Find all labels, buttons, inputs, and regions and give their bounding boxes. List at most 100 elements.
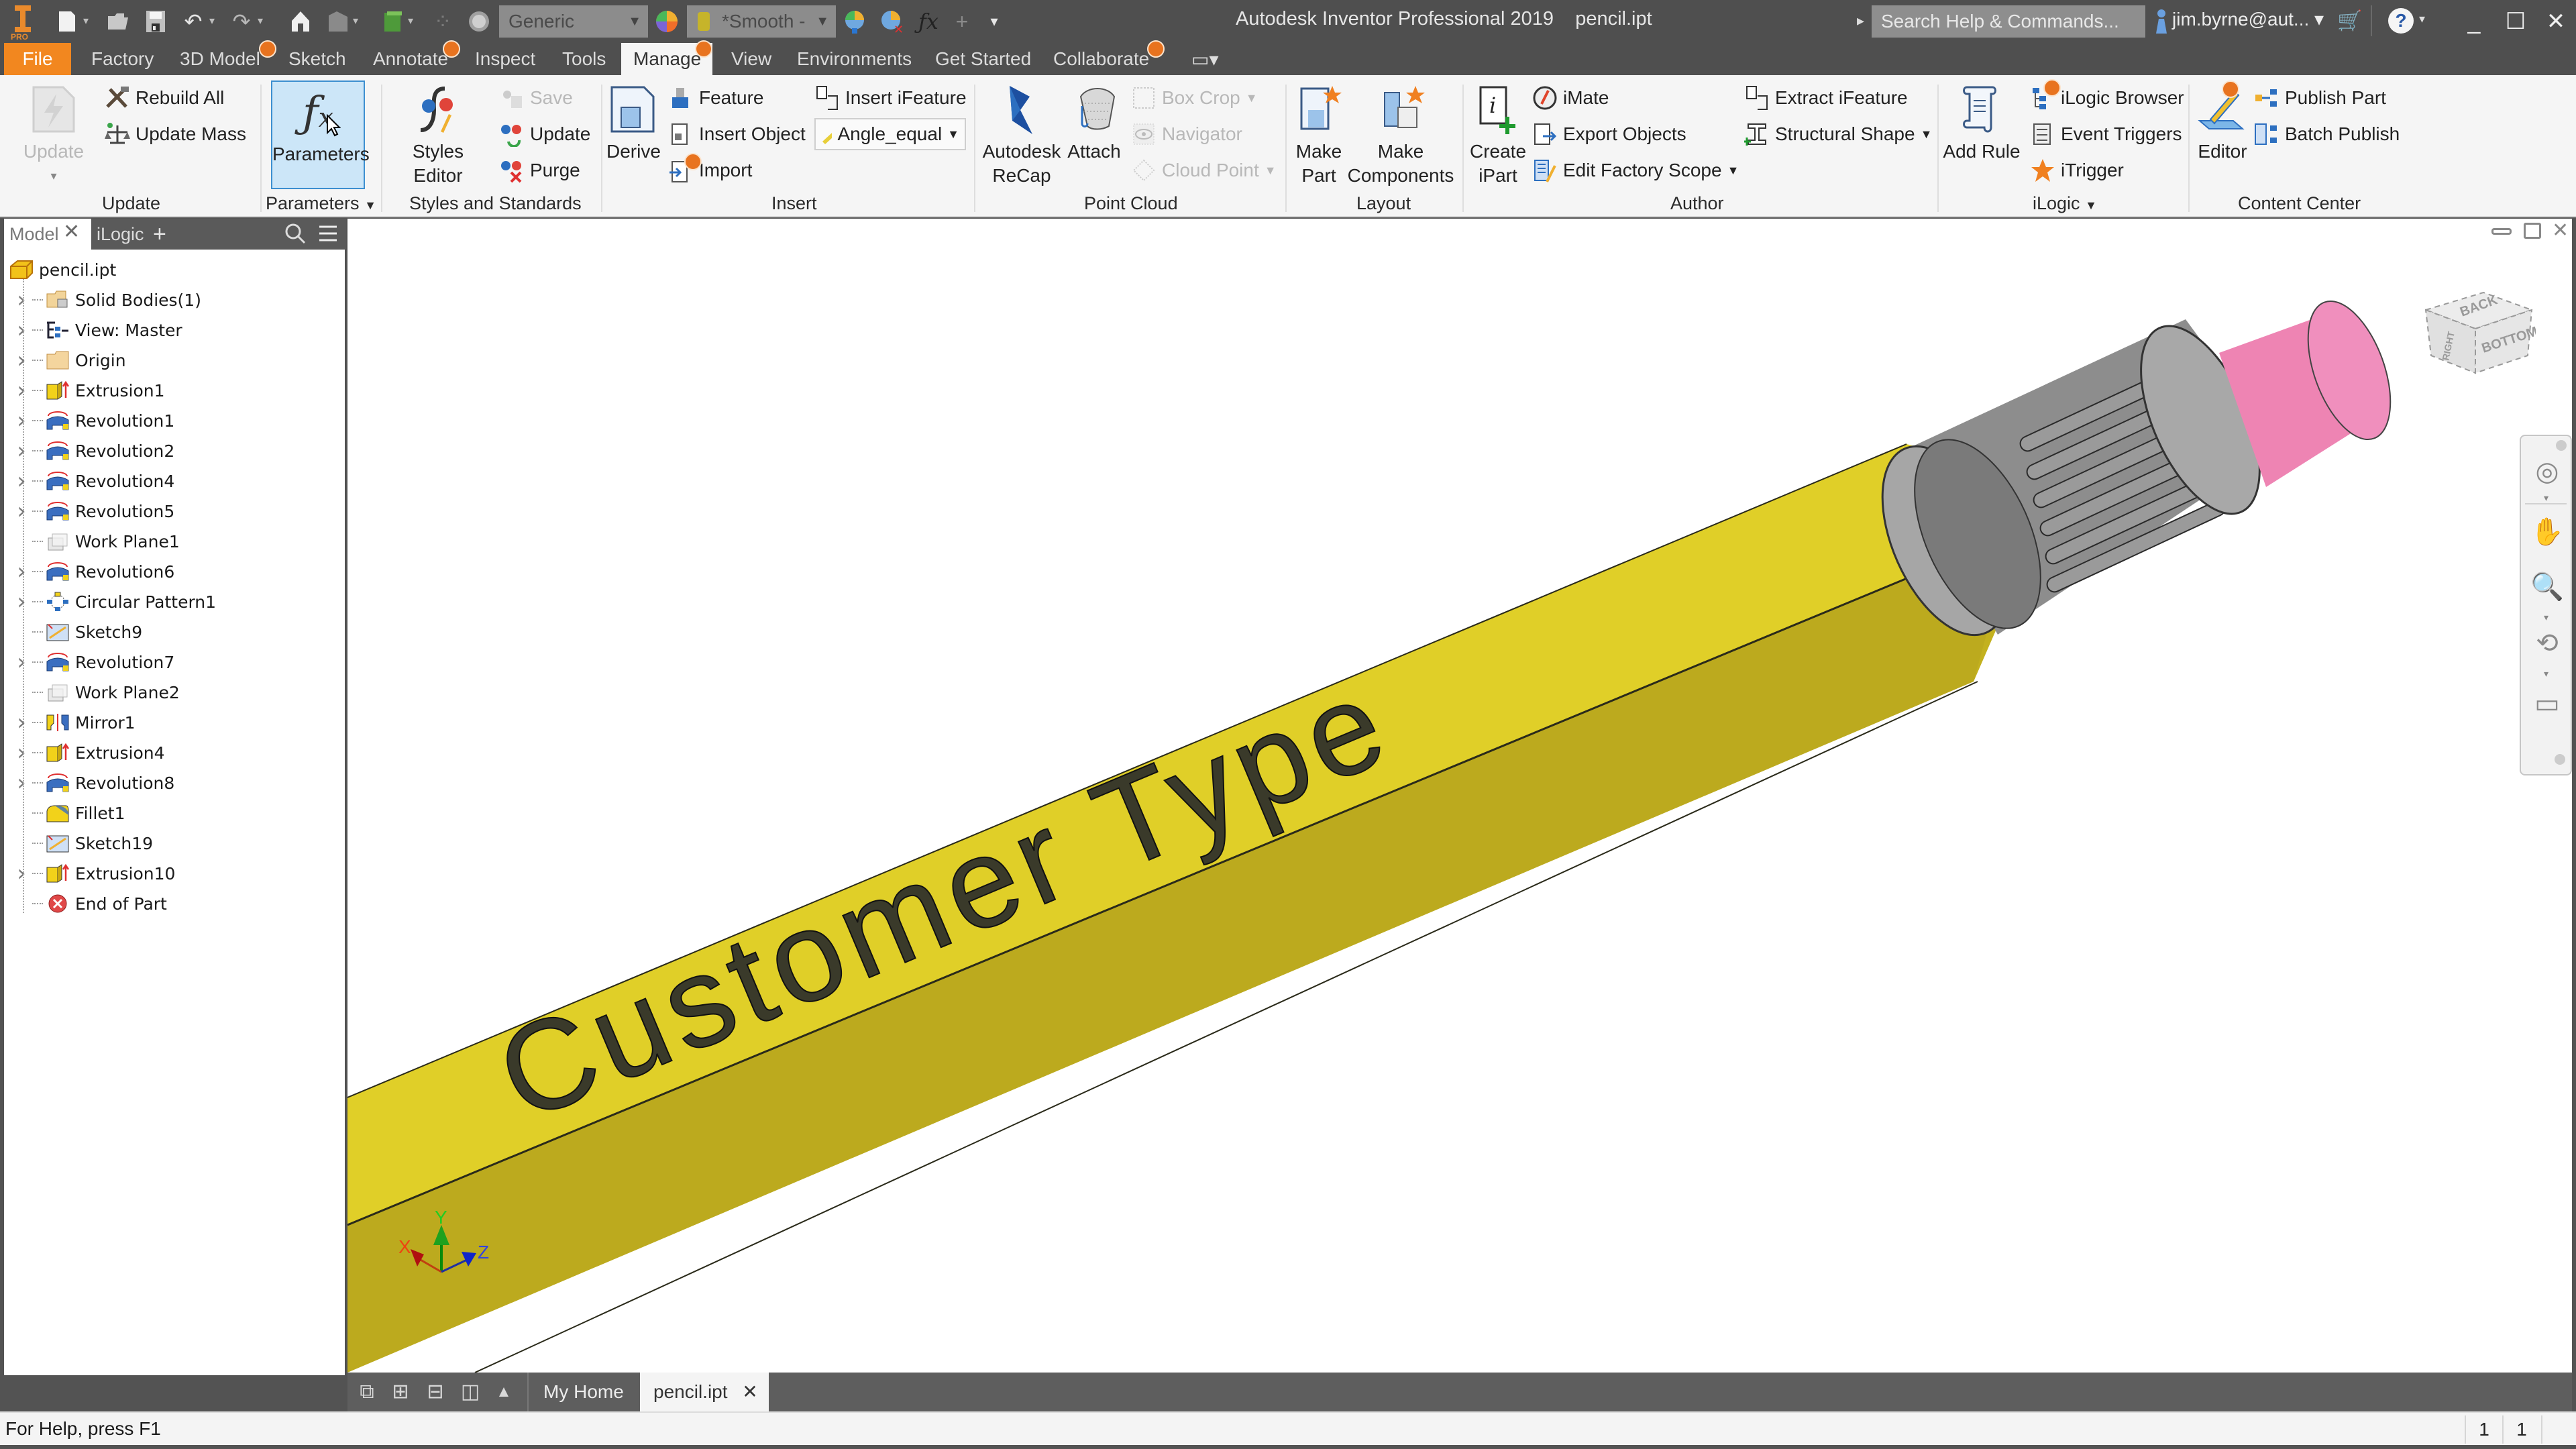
undo-icon[interactable]: ↶	[180, 8, 207, 35]
tree-item-revolution7[interactable]: › Revolution7	[4, 647, 339, 677]
update-mass-button[interactable]: Update Mass	[105, 119, 246, 149]
tree-item-extrusion4[interactable]: › Extrusion4	[4, 738, 339, 767]
graphics-viewport[interactable]: Customer Type Y X Z ✕ BACK BOTTOM RIGHT	[347, 219, 2572, 1373]
create-ipart-button[interactable]: i Create iPart	[1468, 83, 1528, 188]
redo-icon[interactable]: ↷	[228, 8, 255, 35]
expand-chevron-icon[interactable]: ›	[13, 588, 30, 615]
insert-object-button[interactable]: Insert Object	[668, 119, 806, 149]
expand-chevron-icon[interactable]: ›	[13, 377, 30, 404]
resize-grip-icon[interactable]	[2541, 1415, 2572, 1444]
close-doc-tab-icon[interactable]: ✕	[742, 1381, 757, 1402]
expand-chevron-icon[interactable]: ›	[13, 709, 30, 736]
new-icon[interactable]	[54, 8, 80, 35]
appearance-select[interactable]: *Smooth - ▼	[687, 5, 836, 38]
customize-toolbar-icon[interactable]: ▾	[981, 8, 1008, 35]
tree-item-view-master[interactable]: › View: Master	[4, 315, 339, 345]
doc-tab-my-home[interactable]: My Home	[530, 1373, 637, 1411]
expand-chevron-icon[interactable]: ›	[13, 498, 30, 525]
home-icon[interactable]	[287, 8, 314, 35]
add-browser-tab-button[interactable]: +	[153, 219, 166, 250]
local-update-icon[interactable]	[325, 8, 352, 35]
tile-horizontal-icon[interactable]: ⊟	[424, 1381, 447, 1403]
select-dropdown[interactable]: ▾	[408, 15, 417, 28]
tab-collaborate[interactable]: Collaborate	[1041, 43, 1161, 75]
material-select[interactable]: Generic ▼	[499, 5, 648, 38]
tab-get-started[interactable]: Get Started	[923, 43, 1043, 75]
redo-dropdown[interactable]: ▾	[258, 15, 267, 28]
event-triggers-button[interactable]: Event Triggers	[2030, 119, 2182, 149]
styles-editor-button[interactable]: Styles Editor	[388, 83, 488, 188]
expand-chevron-icon[interactable]: ›	[13, 468, 30, 494]
tree-item-end-of-part[interactable]: End of Part	[4, 889, 339, 918]
tree-item-sketch9[interactable]: Sketch9	[4, 617, 339, 647]
maximize-button[interactable]: ☐	[2500, 5, 2532, 38]
update-dropdown[interactable]: ▾	[353, 15, 362, 28]
tree-item-revolution4[interactable]: › Revolution4	[4, 466, 339, 496]
expand-chevron-icon[interactable]: ›	[13, 347, 30, 374]
clear-appearance-icon[interactable]: ✕	[877, 8, 904, 35]
steering-wheel-icon[interactable]: ◎	[2530, 455, 2564, 488]
insert-feature-button[interactable]: Feature	[668, 83, 764, 113]
tab-factory[interactable]: Factory	[79, 43, 166, 75]
save-icon[interactable]	[142, 8, 169, 35]
navbar-close-icon[interactable]	[2556, 440, 2567, 451]
help-dropdown[interactable]: ▾	[2419, 12, 2425, 26]
open-documents-icon[interactable]: ▲	[492, 1381, 515, 1403]
navigator-button[interactable]: Navigator	[1131, 119, 1242, 149]
export-objects-button[interactable]: Export Objects	[1532, 119, 1686, 149]
imate-button[interactable]: iMate	[1532, 83, 1609, 113]
navbar-options-icon[interactable]	[2555, 754, 2565, 765]
close-button[interactable]: ✕	[2540, 5, 2572, 38]
view-restore-button[interactable]	[2524, 223, 2541, 239]
tree-root[interactable]: pencil.ipt	[4, 255, 339, 284]
tree-item-sketch19[interactable]: Sketch19	[4, 828, 339, 858]
expand-chevron-icon[interactable]: ›	[13, 317, 30, 343]
styles-save-button[interactable]: Save	[499, 83, 573, 113]
chevron-down-icon[interactable]: ▾	[2544, 668, 2548, 680]
rebuild-all-button[interactable]: Rebuild All	[105, 83, 224, 113]
tree-item-mirror1[interactable]: › Mirror1	[4, 708, 339, 737]
edit-factory-scope-button[interactable]: Edit Factory Scope ▼	[1532, 156, 1739, 185]
group-label-parameters[interactable]: Parameters ▼	[266, 193, 376, 214]
minimize-button[interactable]: _	[2458, 5, 2490, 38]
tab-file[interactable]: File	[4, 43, 71, 75]
tree-item-solid-bodies-1[interactable]: › Solid Bodies(1)	[4, 285, 339, 315]
tree-item-revolution6[interactable]: › Revolution6	[4, 557, 339, 586]
expand-chevron-icon[interactable]: ›	[13, 769, 30, 796]
chevron-down-icon[interactable]: ▾	[2544, 492, 2548, 504]
tree-item-revolution1[interactable]: › Revolution1	[4, 406, 339, 435]
expand-chevron-icon[interactable]: ›	[13, 649, 30, 676]
close-tab-icon[interactable]: ✕	[63, 220, 80, 244]
appearance-wheel-icon[interactable]	[653, 8, 680, 35]
expand-chevron-icon[interactable]: ›	[13, 286, 30, 313]
doc-tab-pencil[interactable]: pencil.ipt ✕	[640, 1373, 769, 1411]
viewcube[interactable]: BACK BOTTOM RIGHT	[2422, 286, 2536, 380]
tree-item-revolution5[interactable]: › Revolution5	[4, 496, 339, 526]
tree-item-revolution8[interactable]: › Revolution8	[4, 768, 339, 798]
expand-chevron-icon[interactable]: ›	[13, 407, 30, 434]
make-components-button[interactable]: Make Components	[1347, 83, 1454, 188]
color-override-icon[interactable]	[466, 8, 492, 35]
look-at-icon[interactable]: ▭	[2530, 687, 2564, 720]
view-close-button[interactable]: ✕	[2552, 219, 2569, 242]
group-label-ilogic[interactable]: iLogic ▼	[2033, 193, 2097, 214]
tree-item-work-plane2[interactable]: Work Plane2	[4, 678, 339, 707]
expand-chevron-icon[interactable]: ›	[13, 437, 30, 464]
tree-item-fillet1[interactable]: Fillet1	[4, 798, 339, 828]
fx-parameters-icon[interactable]: ƒx	[915, 8, 942, 35]
undo-dropdown[interactable]: ▾	[209, 15, 219, 28]
styles-purge-button[interactable]: Purge	[499, 156, 580, 185]
styles-update-button[interactable]: Update	[499, 119, 590, 149]
tree-item-origin[interactable]: › Origin	[4, 345, 339, 375]
tile-windows-icon[interactable]: ⊞	[389, 1381, 412, 1403]
import-button[interactable]: Import	[668, 156, 752, 185]
tree-item-revolution2[interactable]: › Revolution2	[4, 436, 339, 466]
view-minimize-button[interactable]	[2491, 228, 2512, 235]
tab-3d-model[interactable]: 3D Model	[168, 43, 272, 75]
autodesk-recap-button[interactable]: Autodesk ReCap	[978, 83, 1065, 188]
pencil-3d-model[interactable]: Customer Type Y X Z	[347, 219, 2572, 1373]
make-part-button[interactable]: Make Part	[1291, 83, 1347, 188]
expand-chevron-icon[interactable]: ›	[13, 739, 30, 766]
zoom-icon[interactable]: 🔍	[2530, 570, 2564, 604]
tree-item-extrusion1[interactable]: › Extrusion1	[4, 376, 339, 405]
